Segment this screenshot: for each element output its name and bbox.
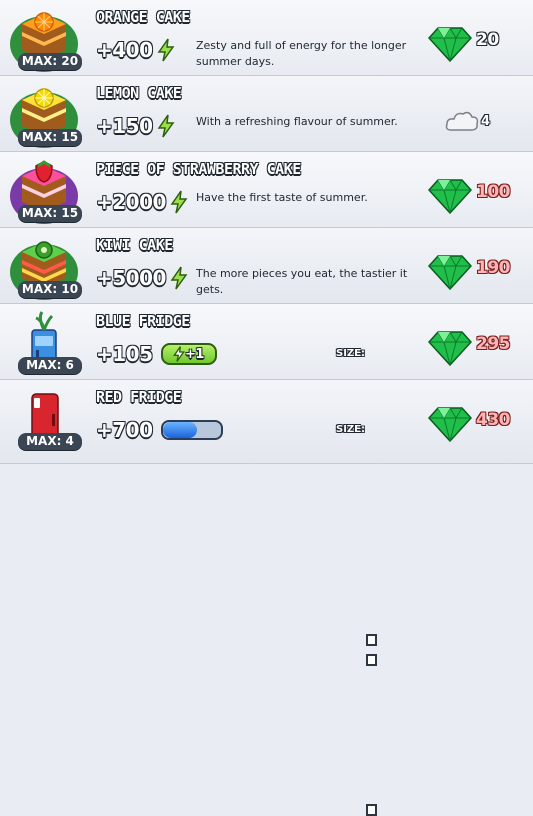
price-value: 190 [476, 258, 511, 278]
item-title: ORANGE CAKE [96, 8, 190, 26]
lemon-cake-image: MAX: 15 [8, 80, 82, 148]
item-title: KIWI CAKE [96, 236, 173, 254]
bonus-value: +700 [96, 418, 153, 442]
energy-bonus: +400 [96, 38, 175, 62]
strawberry-cake-image: MAX: 15 [8, 156, 82, 224]
capacity-progress-fill [162, 422, 198, 438]
shop-item-orange-cake[interactable]: MAX: 20 ORANGE CAKE +400 Zesty and full … [0, 0, 533, 76]
lightning-icon [170, 190, 188, 214]
bonus-value: +150 [96, 114, 153, 138]
red-fridge-image: MAX: 4 [8, 384, 82, 452]
size-block [366, 804, 377, 816]
item-description: Zesty and full of energy for the longer … [196, 39, 407, 68]
item-description: Have the first taste of summer. [196, 191, 368, 204]
cloud-icon [445, 111, 479, 131]
energy-bonus: +5000 [96, 266, 188, 290]
shop-item-kiwi-cake[interactable]: MAX: 10 KIWI CAKE +5000 The more pieces … [0, 228, 533, 304]
price-value: 100 [476, 182, 511, 202]
energy-bonus: +105 +1 [96, 342, 217, 366]
capacity-progress-bar [160, 420, 223, 440]
price-value: 20 [476, 30, 499, 50]
shop-item-blue-fridge[interactable]: MAX: 6 BLUE FRIDGE +105 +1 SIZE: 295 [0, 304, 533, 666]
shop-item-lemon-cake[interactable]: MAX: 15 LEMON CAKE +150 With a refreshin… [0, 76, 533, 152]
energy-capacity-badge: +1 [160, 343, 217, 365]
max-quantity-badge: MAX: 4 [18, 433, 82, 450]
energy-capacity-value: +1 [185, 346, 204, 362]
kiwi-cake-image: MAX: 10 [8, 232, 82, 300]
item-title: BLUE FRIDGE [96, 312, 190, 330]
max-quantity-badge: MAX: 15 [18, 129, 82, 146]
max-quantity-badge: MAX: 20 [18, 53, 82, 70]
energy-bonus: +150 [96, 114, 175, 138]
lightning-icon [173, 346, 185, 362]
bonus-value: +400 [96, 38, 153, 62]
bonus-value: +105 [96, 342, 153, 366]
bonus-value: +5000 [96, 266, 166, 290]
lightning-icon [157, 114, 174, 138]
max-quantity-badge: MAX: 15 [18, 205, 82, 222]
item-title: RED FRIDGE [96, 388, 182, 406]
gem-icon [428, 27, 472, 62]
shop-item-red-fridge[interactable]: MAX: 4 RED FRIDGE +700 SIZE: 430 [0, 380, 533, 816]
price-value: 295 [476, 334, 511, 354]
gem-icon [428, 331, 472, 366]
price-value: 430 [476, 410, 511, 430]
price-value: 4 [481, 113, 491, 129]
size-label: SIZE: [336, 424, 366, 435]
lightning-icon [157, 38, 174, 62]
item-description: With a refreshing flavour of summer. [196, 115, 398, 128]
max-quantity-badge: MAX: 10 [18, 281, 82, 298]
bonus-value: +2000 [96, 190, 166, 214]
item-description: The more pieces you eat, the tastier it … [196, 267, 408, 296]
size-block [366, 634, 377, 646]
max-quantity-badge: MAX: 6 [18, 357, 82, 374]
item-title: PIECE OF STRAWBERRY CAKE [96, 160, 301, 178]
energy-bonus: +2000 [96, 190, 188, 214]
cloud-price: 4 [445, 110, 490, 132]
orange-cake-image: MAX: 20 [8, 4, 82, 72]
size-block [366, 654, 377, 666]
gem-icon [428, 407, 472, 442]
item-title: LEMON CAKE [96, 84, 182, 102]
gem-icon [428, 255, 472, 290]
lightning-icon [170, 266, 188, 290]
shop-item-strawberry-cake[interactable]: MAX: 15 PIECE OF STRAWBERRY CAKE +2000 H… [0, 152, 533, 228]
energy-bonus: +700 [96, 418, 223, 442]
size-label: SIZE: [336, 348, 366, 359]
gem-icon [428, 179, 472, 214]
blue-fridge-image: MAX: 6 [8, 308, 82, 376]
